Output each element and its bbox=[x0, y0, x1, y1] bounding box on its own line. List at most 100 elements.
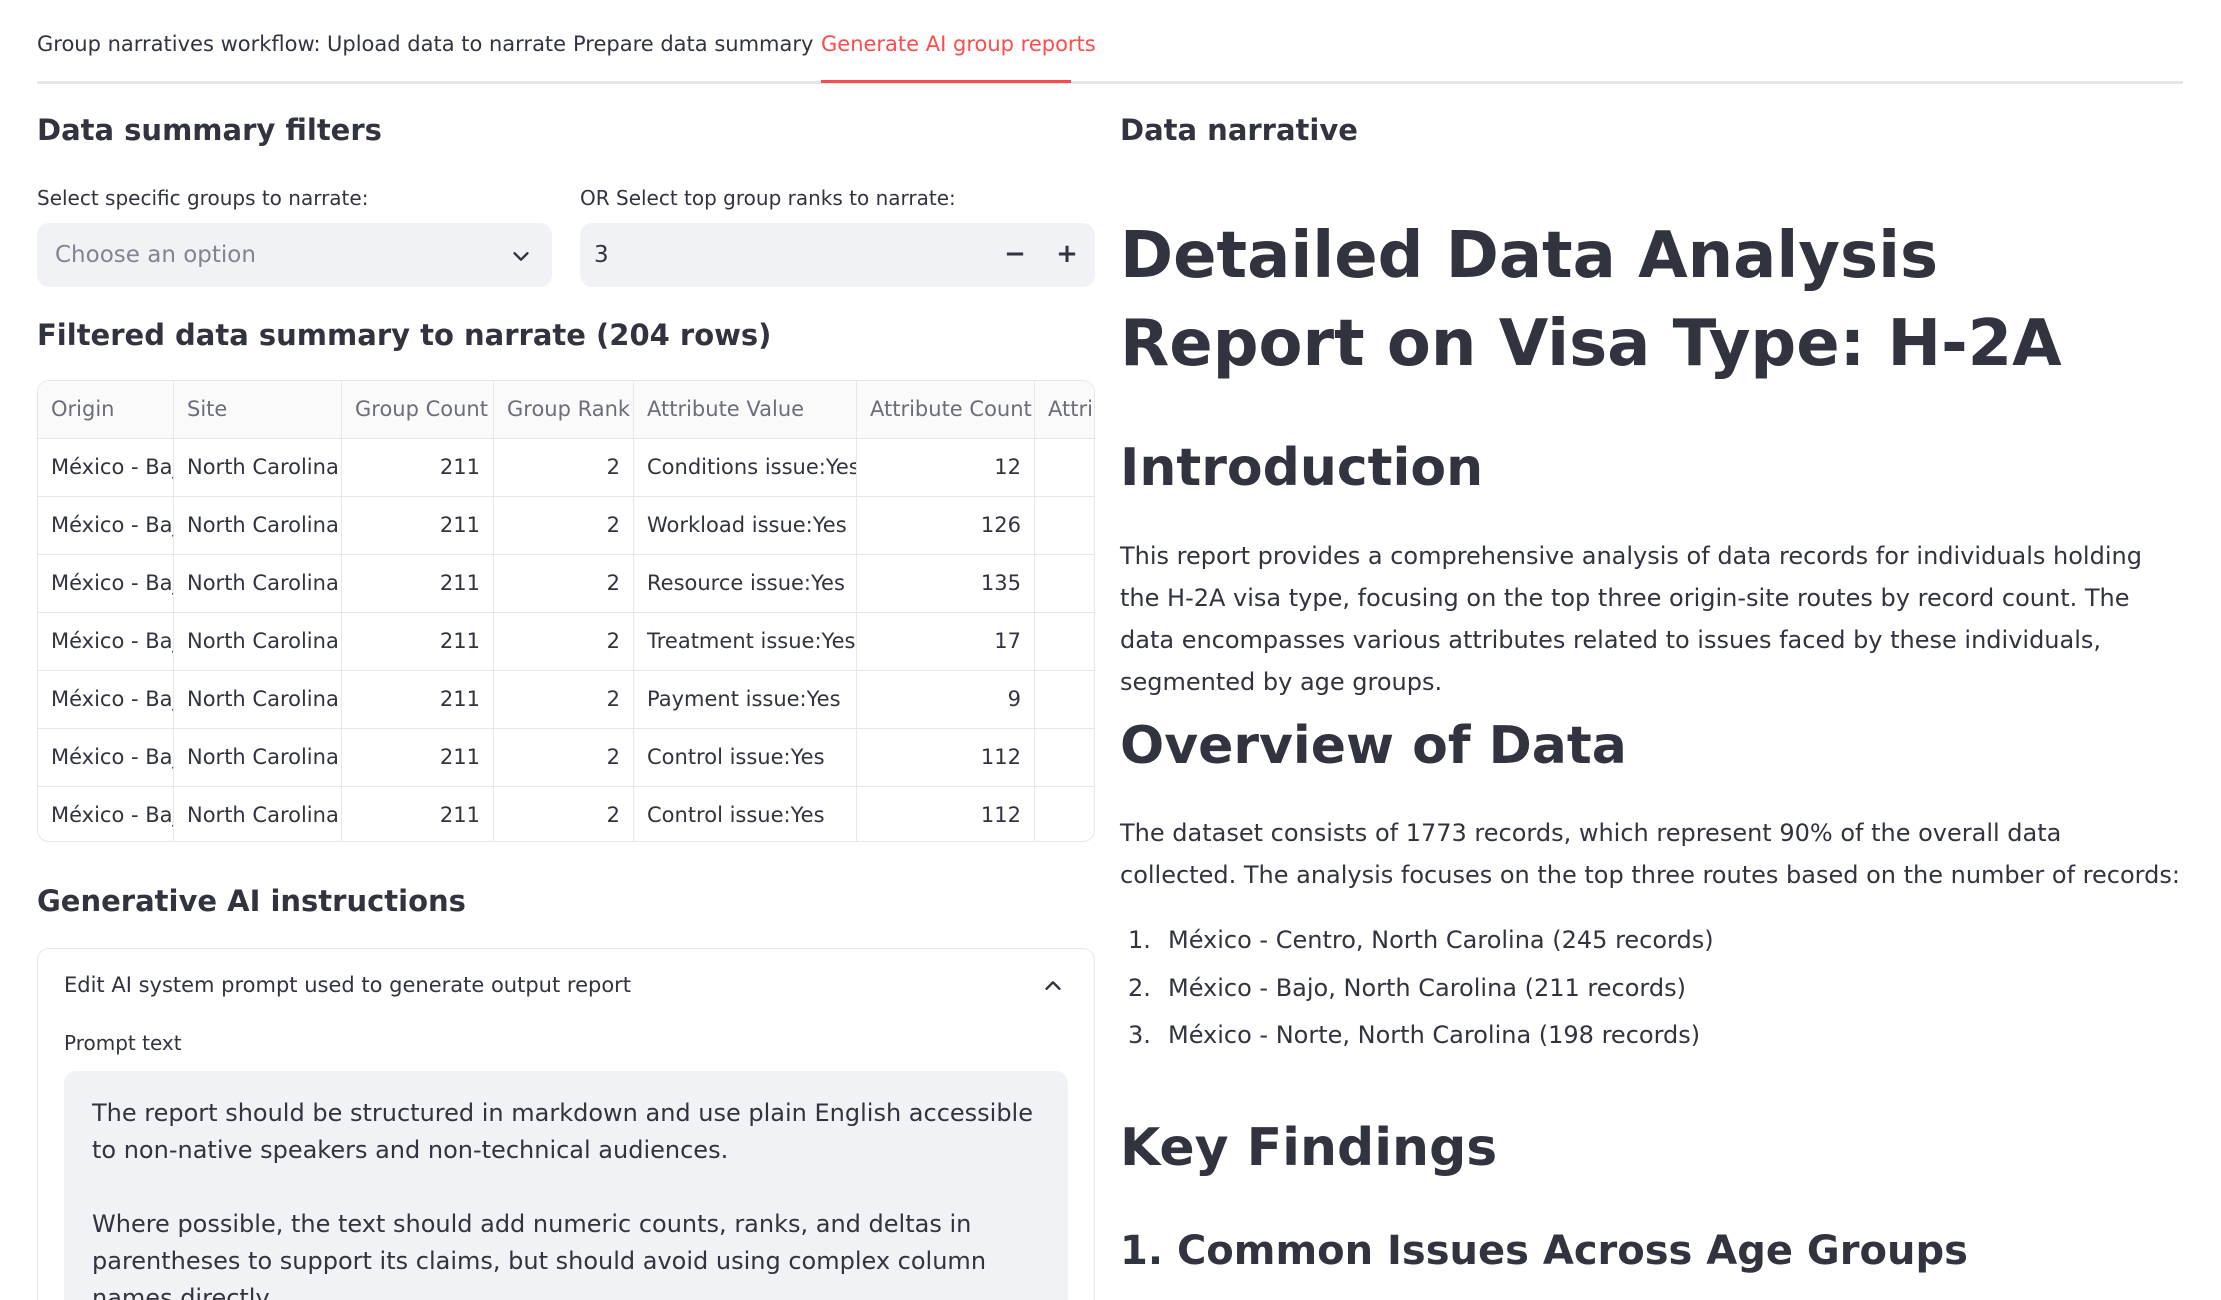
table-cell bbox=[1035, 439, 1094, 497]
column-header[interactable]: Attrib bbox=[1035, 381, 1094, 439]
findings-subheading: 1. Common Issues Across Age Groups bbox=[1120, 1228, 1968, 1274]
summary-table-heading: Filtered data summary to narrate (204 ro… bbox=[37, 318, 772, 352]
table-cell: Resource issue:Yes bbox=[634, 555, 857, 613]
groups-select-label: Select specific groups to narrate: bbox=[37, 186, 369, 210]
decrement-button[interactable]: − bbox=[989, 223, 1041, 287]
list-item: 2. México - Bajo, North Carolina (211 rec… bbox=[1128, 974, 1686, 1002]
groups-multiselect[interactable]: Choose an option bbox=[37, 223, 552, 287]
ai-instructions-heading: Generative AI instructions bbox=[37, 884, 466, 918]
table-cell: 211 bbox=[342, 439, 494, 497]
table-cell: 126 bbox=[857, 497, 1035, 555]
overview-heading: Overview of Data bbox=[1120, 716, 1627, 776]
table-cell: 2 bbox=[494, 497, 634, 555]
chevron-down-icon bbox=[513, 252, 529, 261]
table-cell: 211 bbox=[342, 555, 494, 613]
table-row: México - BajoNorth Carolina2112Condition… bbox=[38, 439, 1094, 497]
table-cell: 211 bbox=[342, 787, 494, 841]
table-cell: North Carolina bbox=[174, 787, 342, 841]
table-cell: 2 bbox=[494, 671, 634, 729]
table-cell bbox=[1035, 497, 1094, 555]
table-cell bbox=[1035, 555, 1094, 613]
key-findings-heading: Key Findings bbox=[1120, 1118, 1498, 1178]
table-cell: North Carolina bbox=[174, 729, 342, 787]
table-cell: 12 bbox=[857, 439, 1035, 497]
table-cell: 211 bbox=[342, 729, 494, 787]
table-row: México - BajoNorth Carolina2112Control i… bbox=[38, 729, 1094, 787]
prompt-text-label: Prompt text bbox=[64, 1031, 182, 1055]
tab-upload-data[interactable]: Upload data to narrate bbox=[327, 32, 566, 56]
list-number: 3. bbox=[1128, 1021, 1151, 1049]
table-cell: Treatment issue:Yes bbox=[634, 613, 857, 671]
table-cell: 17 bbox=[857, 613, 1035, 671]
table-cell: North Carolina bbox=[174, 555, 342, 613]
system-prompt-expander: Edit AI system prompt used to generate o… bbox=[37, 948, 1095, 1300]
tab-generate-reports[interactable]: Generate AI group reports bbox=[821, 32, 1096, 56]
table-cell bbox=[1035, 729, 1094, 787]
ranks-input-label: OR Select top group ranks to narrate: bbox=[580, 186, 956, 210]
active-tab-indicator bbox=[821, 80, 1071, 83]
groups-select-placeholder: Choose an option bbox=[55, 242, 256, 268]
introduction-text: This report provides a comprehensive ana… bbox=[1120, 542, 2142, 696]
table-cell: Control issue:Yes bbox=[634, 787, 857, 841]
table-row: México - BajoNorth Carolina2112Resource … bbox=[38, 555, 1094, 613]
table-cell: North Carolina bbox=[174, 671, 342, 729]
ranks-number-input[interactable]: 3 − + bbox=[580, 223, 1095, 287]
table-cell: 2 bbox=[494, 613, 634, 671]
table-cell: 2 bbox=[494, 729, 634, 787]
column-header[interactable]: Site bbox=[174, 381, 342, 439]
workflow-tab-bar: Group narratives workflow: Upload data t… bbox=[37, 0, 2183, 84]
table-cell: North Carolina bbox=[174, 439, 342, 497]
table-cell: North Carolina bbox=[174, 497, 342, 555]
overview-text: The dataset consists of 1773 records, wh… bbox=[1120, 819, 2180, 889]
prompt-paragraph: Where possible, the text should add nume… bbox=[92, 1210, 987, 1300]
list-item: 3. México - Norte, North Carolina (198 re… bbox=[1128, 1021, 1700, 1049]
table-cell: 2 bbox=[494, 787, 634, 841]
list-text: México - Norte, North Carolina (198 reco… bbox=[1168, 1021, 1701, 1049]
column-header[interactable]: Group Count bbox=[342, 381, 494, 439]
table-cell: México - Bajo bbox=[38, 671, 174, 729]
table-row: México - BajoNorth Carolina2112Workload … bbox=[38, 497, 1094, 555]
table-cell: Payment issue:Yes bbox=[634, 671, 857, 729]
table-cell: 135 bbox=[857, 555, 1035, 613]
narrative-heading: Data narrative bbox=[1120, 113, 1358, 147]
expander-header[interactable]: Edit AI system prompt used to generate o… bbox=[64, 973, 631, 997]
table-cell bbox=[1035, 613, 1094, 671]
table-cell: 2 bbox=[494, 439, 634, 497]
column-header[interactable]: Group Rank bbox=[494, 381, 634, 439]
table-cell: 2 bbox=[494, 555, 634, 613]
table-cell bbox=[1035, 787, 1094, 841]
table-cell: 211 bbox=[342, 497, 494, 555]
prompt-paragraph: The report should be structured in markd… bbox=[92, 1099, 1033, 1164]
list-text: México - Bajo, North Carolina (211 recor… bbox=[1168, 974, 1686, 1002]
table-cell: 112 bbox=[857, 787, 1035, 841]
table-cell: Control issue:Yes bbox=[634, 729, 857, 787]
table-cell: Conditions issue:Yes bbox=[634, 439, 857, 497]
table-cell: 211 bbox=[342, 613, 494, 671]
column-header[interactable]: Attribute Count bbox=[857, 381, 1035, 439]
table-cell: 112 bbox=[857, 729, 1035, 787]
summary-data-table[interactable]: Origin Site Group Count Group Rank Attribute… bbox=[37, 380, 1095, 842]
column-header[interactable]: Attribute Value bbox=[634, 381, 857, 439]
ranks-value[interactable]: 3 bbox=[594, 242, 609, 268]
column-header[interactable]: Origin bbox=[38, 381, 174, 439]
table-cell: 211 bbox=[342, 671, 494, 729]
prompt-textarea[interactable]: The report should be structured in markd… bbox=[64, 1071, 1068, 1300]
list-item: 1. México - Centro, North Carolina (245 r… bbox=[1128, 926, 1714, 954]
chevron-up-icon[interactable] bbox=[1042, 975, 1064, 997]
filters-heading: Data summary filters bbox=[37, 113, 382, 147]
increment-button[interactable]: + bbox=[1041, 223, 1093, 287]
table-row: México - BajoNorth Carolina2112Treatment… bbox=[38, 613, 1094, 671]
table-header-row: Origin Site Group Count Group Rank Attribute… bbox=[38, 381, 1094, 439]
report-title: Detailed Data Analysis Report on Visa Ty… bbox=[1120, 219, 2062, 381]
list-text: México - Centro, North Carolina (245 rec… bbox=[1168, 926, 1714, 954]
table-cell: 9 bbox=[857, 671, 1035, 729]
tab-prepare-summary[interactable]: Prepare data summary bbox=[573, 32, 813, 56]
table-cell: México - Bajo bbox=[38, 555, 174, 613]
table-row: México - BajoNorth Carolina2112Control i… bbox=[38, 787, 1094, 841]
introduction-heading: Introduction bbox=[1120, 438, 1484, 498]
table-cell bbox=[1035, 671, 1094, 729]
table-cell: México - Bajo bbox=[38, 729, 174, 787]
list-number: 2. bbox=[1128, 974, 1151, 1002]
list-number: 1. bbox=[1128, 926, 1151, 954]
table-cell: México - Bajo bbox=[38, 613, 174, 671]
